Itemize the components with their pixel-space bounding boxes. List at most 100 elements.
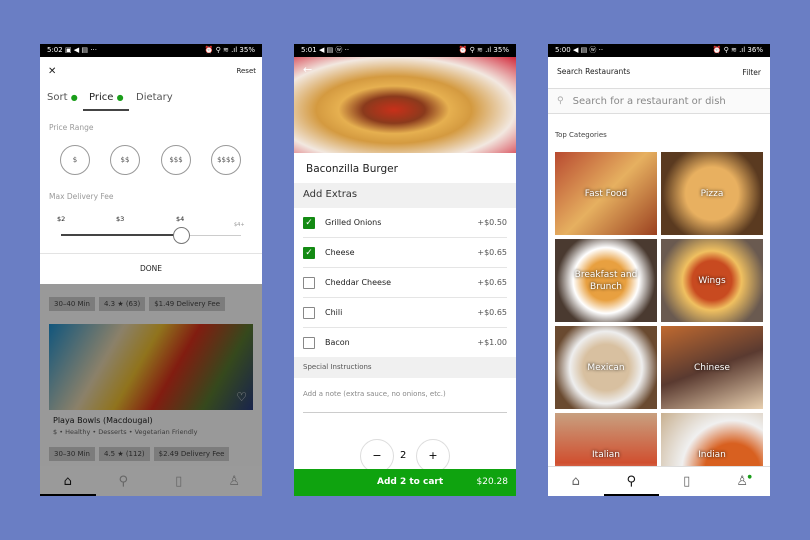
tab-label: Price (89, 92, 114, 103)
account-icon[interactable]: ♙ (207, 466, 263, 496)
price-option-3[interactable]: $$$ (161, 145, 191, 175)
category-label: Pizza (700, 188, 724, 199)
status-time: 5:00 (555, 46, 571, 54)
extra-price: +$1.00 (477, 338, 507, 347)
category-label: Italian (592, 449, 620, 460)
item-screen: 5:01 ◀ ▤ ⓦ ·· ⏰ ⚲ ≋ .ıl 35% ← Baconzilla … (294, 44, 516, 496)
home-icon[interactable]: ⌂ (40, 466, 96, 496)
decrease-qty-button[interactable]: − (360, 439, 394, 473)
close-icon[interactable]: ✕ (48, 66, 56, 77)
checkbox[interactable] (303, 306, 315, 319)
tab-dietary[interactable]: Dietary (136, 92, 173, 103)
extra-option[interactable]: Cheddar Cheese +$0.65 (303, 268, 507, 298)
extra-label: Bacon (325, 338, 350, 347)
extra-price: +$0.50 (477, 218, 507, 227)
category-label: Wings (698, 275, 726, 286)
item-image: ← (294, 57, 516, 153)
filter-screen: 5:02 ▣ ◀ ▤ ··· ⏰ ⚲ ≋ .ıl 35% 30–40 Min 4.3… (40, 44, 262, 496)
extra-price: +$0.65 (477, 278, 507, 287)
slider-fill (61, 234, 181, 236)
status-bar: 5:02 ▣ ◀ ▤ ··· ⏰ ⚲ ≋ .ıl 35% (40, 44, 262, 57)
tab-label: Sort (47, 92, 68, 103)
qty-value: 2 (400, 450, 407, 461)
extra-label: Grilled Onions (325, 218, 382, 227)
extra-option[interactable]: Chili +$0.65 (303, 298, 507, 328)
checkbox[interactable]: ✓ (303, 216, 315, 229)
extra-price: +$0.65 (477, 308, 507, 317)
add-to-cart-button[interactable]: Add 2 to cart $20.28 (294, 469, 516, 496)
tick-label: $2 (57, 215, 66, 223)
category-label: Indian (698, 449, 726, 460)
bottom-nav: ⌂ ⚲ ▯ ♙ (40, 466, 262, 496)
tick-label: $4+ (234, 222, 245, 228)
status-icons: ◀ ▤ ⓦ ·· (318, 46, 350, 54)
category-tile[interactable]: Wings (661, 239, 763, 322)
checkbox[interactable] (303, 336, 315, 349)
special-instructions-header: Special Instructions (294, 357, 516, 378)
max-fee-label: Max Delivery Fee (49, 192, 114, 201)
divider (40, 253, 262, 254)
search-input[interactable]: ⚲ Search for a restaurant or dish (548, 88, 770, 114)
section-title: Top Categories (555, 131, 607, 139)
increase-qty-button[interactable]: + (416, 439, 450, 473)
tab-sort[interactable]: Sort ● (47, 92, 78, 103)
orders-icon[interactable]: ▯ (659, 467, 715, 496)
price-range-label: Price Range (49, 123, 94, 132)
price-option-4[interactable]: $$$$ (211, 145, 241, 175)
category-tile[interactable]: Fast Food (555, 152, 657, 235)
status-right: ⏰ ⚲ ≋ .ıl 35% (204, 46, 255, 54)
extras-header: Add Extras (294, 183, 516, 208)
reset-button[interactable]: Reset (236, 67, 256, 75)
search-icon: ⚲ (557, 96, 564, 106)
account-icon[interactable]: ♙ ● (715, 467, 771, 496)
tab-price[interactable]: Price ● (83, 92, 129, 111)
bottom-nav: ⌂ ⚲ ▯ ♙ ● (548, 466, 770, 496)
extra-label: Cheddar Cheese (325, 278, 392, 287)
category-tile[interactable]: Mexican (555, 326, 657, 409)
extra-label: Cheese (325, 248, 355, 257)
active-dot: ● (116, 93, 124, 102)
category-tile[interactable]: Breakfast and Brunch (555, 239, 657, 322)
status-right: ⏰ ⚲ ≋ .ıl 35% (458, 46, 509, 54)
category-label: Breakfast and Brunch (574, 269, 638, 292)
category-label: Fast Food (584, 188, 628, 199)
back-arrow-icon[interactable]: ← (303, 63, 312, 76)
checkbox[interactable]: ✓ (303, 246, 315, 259)
search-icon[interactable]: ⚲ (603, 467, 660, 496)
page-title: Search Restaurants (557, 67, 631, 76)
filter-button[interactable]: Filter (742, 68, 761, 77)
category-tile[interactable]: Pizza (661, 152, 763, 235)
extra-option[interactable]: ✓ Grilled Onions +$0.50 (303, 208, 507, 238)
extra-label: Chili (325, 308, 343, 317)
tick-label: $4 (176, 215, 185, 223)
status-icons: ▣ ◀ ▤ ··· (64, 46, 97, 54)
cart-total: $20.28 (476, 477, 509, 487)
extra-price: +$0.65 (477, 248, 507, 257)
category-label: Chinese (694, 362, 730, 373)
active-dot: ● (70, 93, 78, 102)
search-screen: 5:00 ◀ ▤ ⓦ ·· ⏰ ⚲ ≋ .ıl 36% Search Restau… (548, 44, 770, 496)
status-right: ⏰ ⚲ ≋ .ıl 36% (712, 46, 763, 54)
status-icons: ◀ ▤ ⓦ ·· (572, 46, 604, 54)
dim-overlay[interactable] (40, 284, 262, 466)
price-option-1[interactable]: $ (60, 145, 90, 175)
home-icon[interactable]: ⌂ (548, 467, 604, 496)
status-time: 5:02 (47, 46, 63, 54)
orders-icon[interactable]: ▯ (151, 466, 207, 496)
filter-sheet: ✕ Reset Sort ● Price ● Dietary Price Ran… (40, 57, 262, 284)
search-placeholder: Search for a restaurant or dish (572, 95, 726, 107)
done-button[interactable]: DONE (40, 264, 262, 273)
note-input[interactable]: Add a note (extra sauce, no onions, etc.… (303, 390, 507, 413)
category-label: Mexican (587, 362, 625, 373)
item-title: Baconzilla Burger (306, 163, 398, 175)
checkbox[interactable] (303, 276, 315, 289)
tick-label: $3 (116, 215, 125, 223)
price-option-2[interactable]: $$ (110, 145, 140, 175)
slider-knob[interactable] (173, 227, 190, 244)
extra-option[interactable]: ✓ Cheese +$0.65 (303, 238, 507, 268)
search-icon[interactable]: ⚲ (96, 466, 152, 496)
status-bar: 5:00 ◀ ▤ ⓦ ·· ⏰ ⚲ ≋ .ıl 36% (548, 44, 770, 57)
extra-option[interactable]: Bacon +$1.00 (303, 328, 507, 358)
category-tile[interactable]: Chinese (661, 326, 763, 409)
status-time: 5:01 (301, 46, 317, 54)
